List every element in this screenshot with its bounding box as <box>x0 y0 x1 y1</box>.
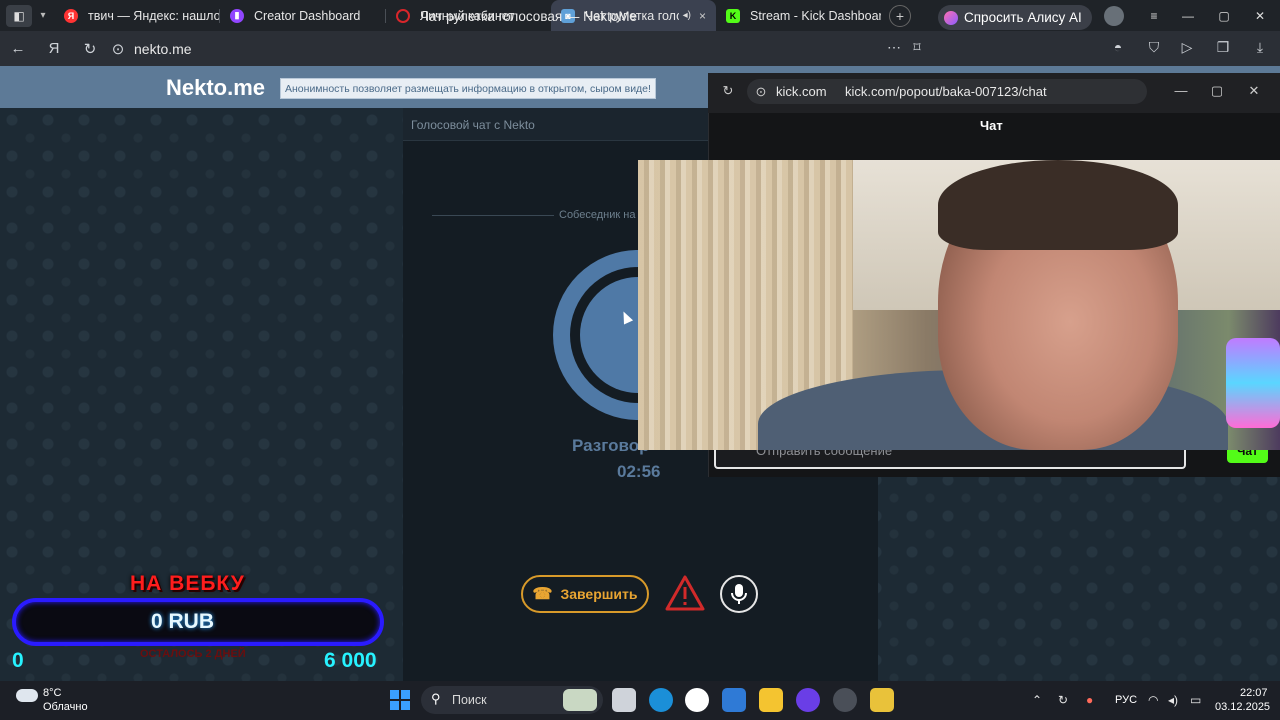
collections-icon[interactable]: ❐ <box>1213 39 1233 59</box>
close-icon[interactable]: × <box>699 9 706 23</box>
microphone-icon <box>731 584 747 604</box>
report-warning-icon[interactable] <box>665 574 705 612</box>
back-icon[interactable]: ← <box>0 40 36 57</box>
wifi-icon[interactable]: ◠ <box>1148 693 1158 707</box>
more-icon[interactable]: ⋯ <box>884 39 904 59</box>
extension-play-icon[interactable]: ▷ <box>1177 39 1197 59</box>
hangup-phone-icon: ☎ <box>532 586 553 603</box>
windows-start-icon[interactable] <box>390 690 410 710</box>
url-domain[interactable]: nekto.me <box>134 41 192 57</box>
yandex-browser-icon[interactable] <box>685 688 709 712</box>
voice-chat-title: Голосовой чат с Nekto <box>411 118 535 132</box>
cloud-icon[interactable] <box>16 689 38 702</box>
donation-goal-value: 0 RUB <box>151 610 215 633</box>
bookmark-icon[interactable]: ⌑ <box>907 39 927 59</box>
reload-icon[interactable]: ↻ <box>72 40 108 58</box>
sync-icon[interactable]: ↻ <box>1058 693 1068 707</box>
weather-temperature[interactable]: 8°C <box>43 687 61 699</box>
tab-title: Creator Dashboard <box>254 8 361 23</box>
keyboard-language[interactable]: РУС <box>1115 694 1137 706</box>
alice-icon <box>944 10 958 25</box>
webcam-person-hair <box>938 160 1178 250</box>
kick-reload-icon[interactable]: ↻ <box>719 83 737 99</box>
tab-title: Stream - Kick Dashboard <box>750 8 881 23</box>
profile-icon[interactable] <box>1096 0 1132 31</box>
extension-gamepad-icon[interactable]: ◓ <box>1108 39 1128 59</box>
kick-site-info-icon[interactable]: ⊙ <box>752 84 770 100</box>
webcam-overlay <box>638 160 1280 450</box>
kick-url-path: kick.com/popout/baka-007123/chat <box>845 84 1047 99</box>
donation-goal-remaining: ОСТАЛОСЬ 2 ДНЕЙ <box>140 648 246 660</box>
minimize-button[interactable]: — <box>1170 0 1206 31</box>
donation-goal-min: 0 <box>12 649 24 672</box>
tab-title: твич — Яндекс: нашлось <box>88 8 219 23</box>
kick-chat-title: Чат <box>980 118 1003 133</box>
speaker-icon[interactable]: ◂) <box>683 10 691 21</box>
search-icon: ⚲ <box>431 691 441 706</box>
obs-icon[interactable] <box>833 688 857 712</box>
kick-maximize-button[interactable]: ▢ <box>1208 83 1226 99</box>
webcam-rgb-microphone <box>1226 338 1280 428</box>
donation-goal-title: НА ВЕБКУ <box>130 572 245 595</box>
store-icon[interactable] <box>722 688 746 712</box>
battery-icon[interactable]: ▭ <box>1190 693 1201 707</box>
download-icon[interactable]: ⤓ <box>1250 39 1270 59</box>
task-view-icon[interactable] <box>612 688 636 712</box>
kick-minimize-button[interactable]: — <box>1172 83 1190 98</box>
tab-menu-icon[interactable]: ◧ <box>6 4 32 27</box>
donation-goal-max: 6 000 <box>324 649 377 672</box>
tab-yandex[interactable]: Я твич — Яндекс: нашлось <box>54 0 219 31</box>
conversation-timer: 02:56 <box>617 462 661 481</box>
microphone-button[interactable] <box>720 575 758 613</box>
nekto-logo[interactable]: Nekto.me <box>166 75 265 101</box>
new-tab-button[interactable]: + <box>889 4 911 27</box>
weather-description[interactable]: Облачно <box>43 701 88 713</box>
close-window-button[interactable]: ✕ <box>1242 0 1278 31</box>
twitch-icon: ▮ <box>230 8 244 23</box>
chevron-up-icon[interactable]: ⌃ <box>1032 693 1042 707</box>
ask-alice-button[interactable]: Спросить Алису AI <box>938 5 1092 30</box>
extension-shield-icon[interactable]: ⛉ <box>1144 39 1164 59</box>
opera-icon <box>396 8 410 23</box>
yandex-icon: Я <box>64 8 78 23</box>
kick-domain: kick.com <box>776 84 827 99</box>
tab-search-icon[interactable]: ≡ <box>1136 0 1172 31</box>
yandex-home-icon[interactable]: Я <box>36 40 72 57</box>
tab-creator-dashboard[interactable]: ▮ Creator Dashboard <box>220 0 385 31</box>
maximize-button[interactable]: ▢ <box>1206 0 1242 31</box>
taskbar-search-placeholder: Поиск <box>452 693 487 707</box>
tab-kick-dashboard[interactable]: K Stream - Kick Dashboard <box>716 0 881 31</box>
app-icon[interactable] <box>870 688 894 712</box>
microphone-tray-icon[interactable]: ● <box>1086 693 1093 707</box>
kick-close-button[interactable]: ✕ <box>1245 83 1263 99</box>
volume-icon[interactable]: ◂) <box>1168 693 1178 707</box>
clock-date[interactable]: 03.12.2025 <box>1215 701 1270 713</box>
clock-time[interactable]: 22:07 <box>1240 687 1268 699</box>
interlocutor-label: Собеседник на <box>559 209 636 221</box>
anonymity-notice: Анонимность позволяет размещать информац… <box>280 78 656 99</box>
page-title: Чат рулетка голосовая — NektoMe <box>420 9 638 24</box>
end-call-button[interactable]: ☎ Завершить <box>521 575 649 613</box>
end-call-label: Завершить <box>560 586 638 602</box>
file-explorer-icon[interactable] <box>759 688 783 712</box>
kick-icon: K <box>726 8 740 23</box>
alice-app-icon[interactable] <box>796 688 820 712</box>
chevron-down-icon[interactable]: ▾ <box>32 10 54 21</box>
address-bar: ← Я ↻ ⊙ nekto.me <box>0 31 1280 66</box>
site-info-icon[interactable]: ⊙ <box>108 40 128 58</box>
search-highlight-icon[interactable] <box>563 689 597 711</box>
alice-label: Спросить Алису AI <box>964 10 1082 25</box>
divider <box>432 215 554 216</box>
edge-icon[interactable] <box>649 688 673 712</box>
